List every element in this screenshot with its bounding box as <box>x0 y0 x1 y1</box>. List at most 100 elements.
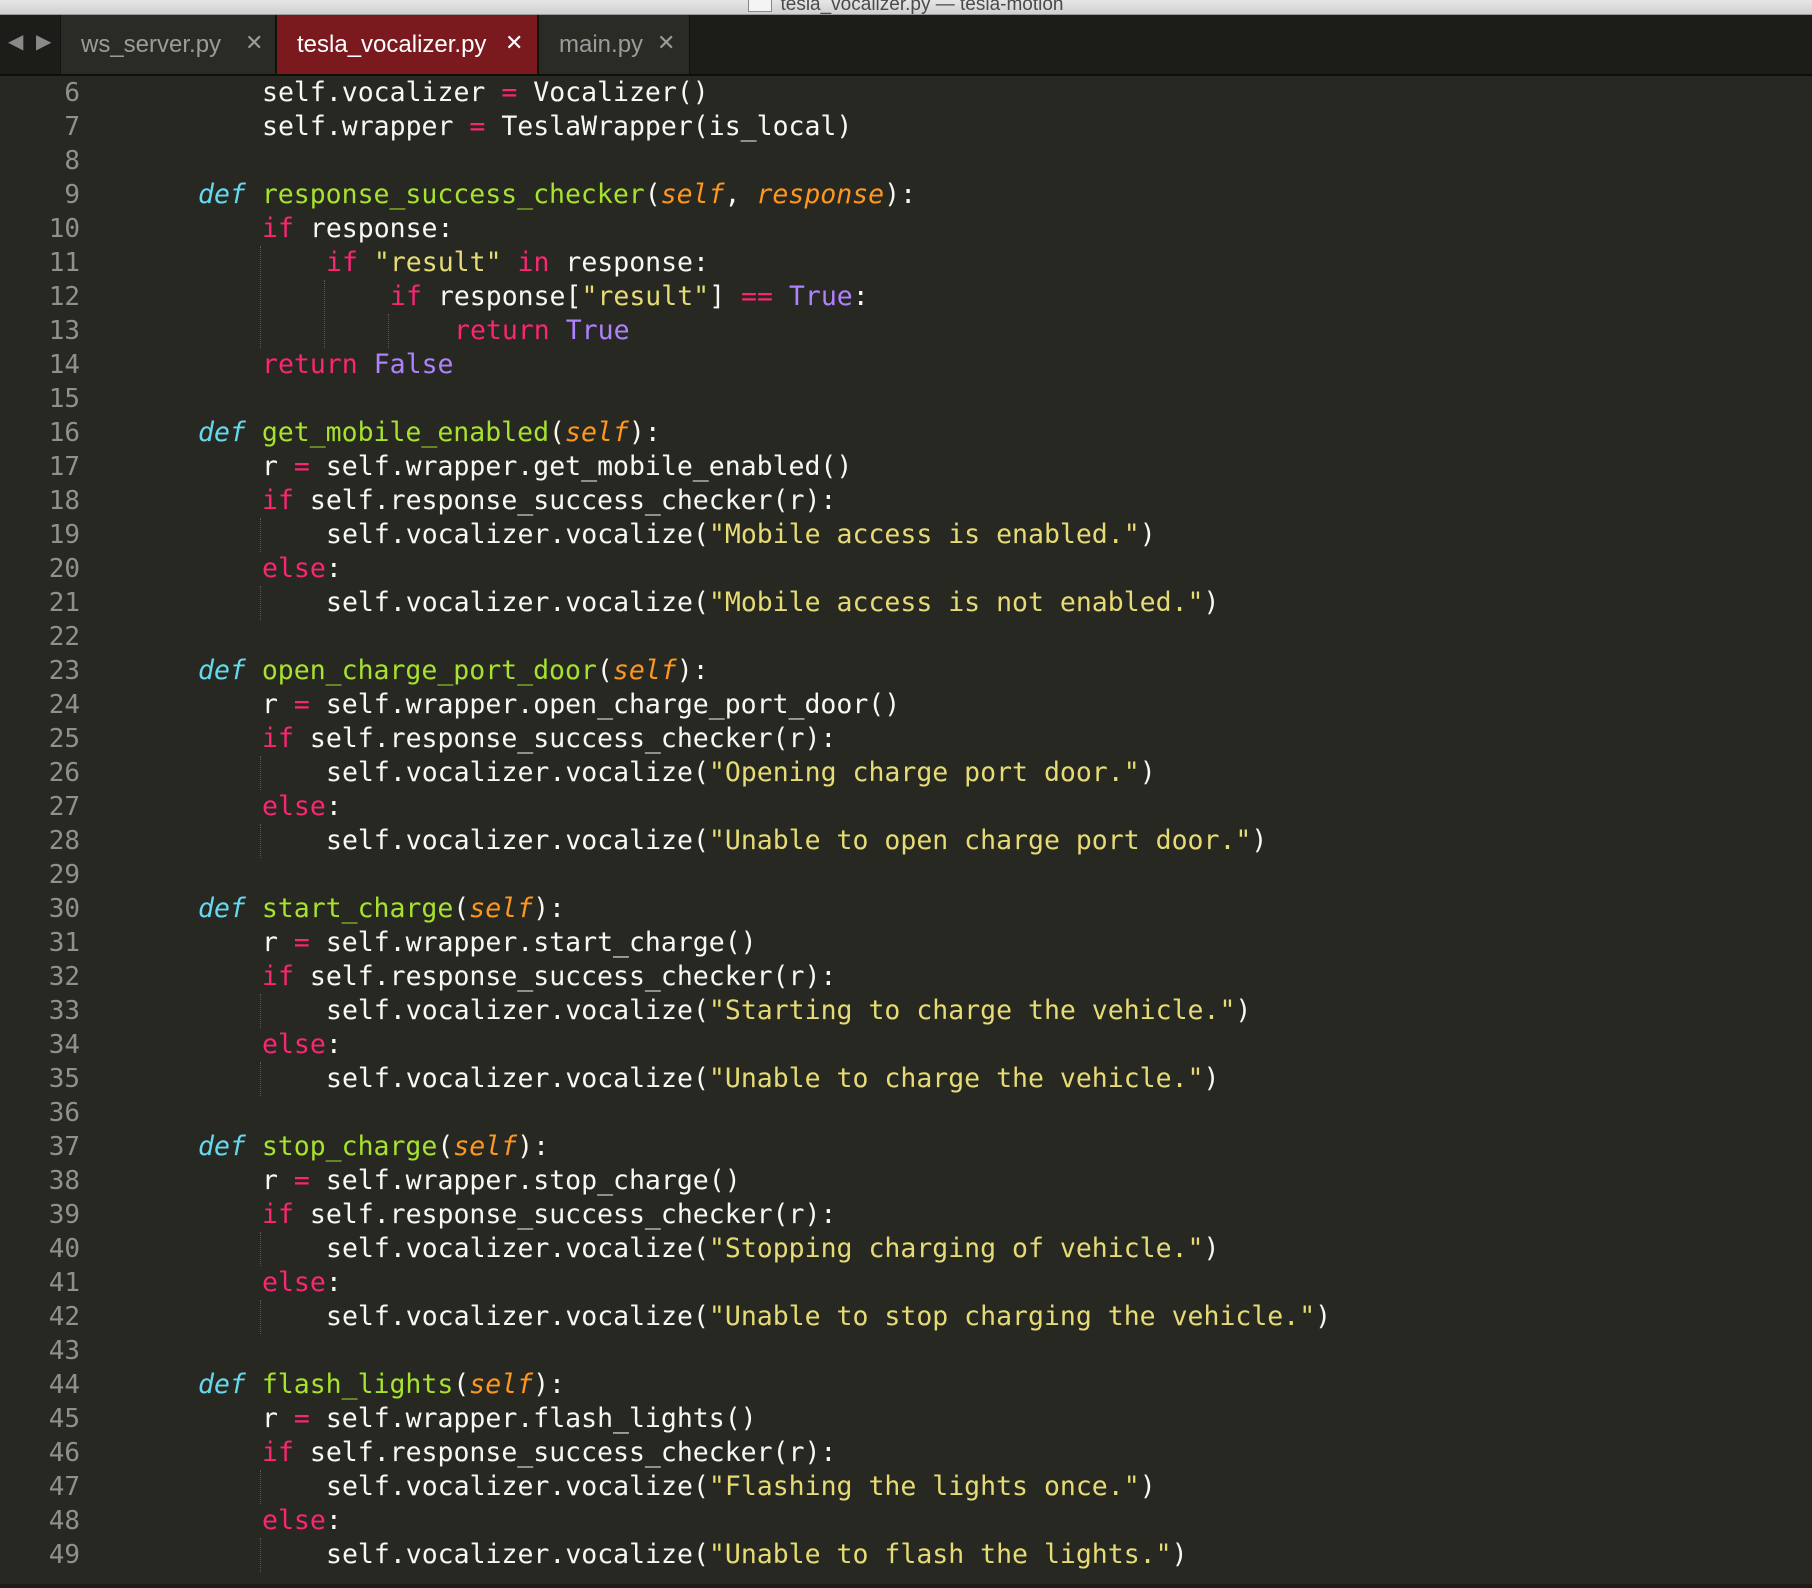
code-editor[interactable]: 6 7 8 9 10 11 12 13 14 15 16 17 18 19 20 21 22 23 24 25 26 27… <box>0 76 1812 1588</box>
code-line[interactable]: def flash_lights(self): <box>134 1368 1794 1402</box>
code-line[interactable]: if self.response_success_checker(r): <box>134 484 1794 518</box>
code-token: r <box>262 451 294 482</box>
code-token: "Opening charge port door." <box>708 757 1140 788</box>
close-icon[interactable]: ✕ <box>245 31 263 56</box>
code-token: ): <box>533 1369 566 1400</box>
code-line[interactable] <box>134 620 1794 654</box>
code-area[interactable]: self.vocalizer = Vocalizer() self.wrapper… <box>134 76 1794 1572</box>
code-token: "Unable to open charge port door." <box>708 825 1252 856</box>
code-token: else <box>262 1505 326 1536</box>
code-line[interactable]: self.vocalizer.vocalize("Stopping chargi… <box>134 1232 1794 1266</box>
code-line[interactable]: return True <box>134 314 1794 348</box>
code-token: self.vocalizer.vocalize( <box>326 1471 709 1502</box>
code-line[interactable]: self.wrapper = TeslaWrapper(is_local) <box>134 110 1794 144</box>
line-number: 33 <box>48 996 80 1026</box>
code-token: ) <box>1171 1539 1188 1570</box>
code-line[interactable] <box>134 382 1794 416</box>
code-line[interactable]: self.vocalizer.vocalize("Flashing the li… <box>134 1470 1794 1504</box>
code-token: self.wrapper.open_charge_port_door() <box>309 689 901 720</box>
line-number: 37 <box>48 1132 80 1162</box>
code-line[interactable]: if self.response_success_checker(r): <box>134 960 1794 994</box>
code-line[interactable]: def get_mobile_enabled(self): <box>134 416 1794 450</box>
tab-ws-server[interactable]: ws_server.py ✕ <box>60 15 276 74</box>
line-number: 30 <box>48 894 80 924</box>
code-line[interactable]: self.vocalizer.vocalize("Mobile access i… <box>134 586 1794 620</box>
code-token: self <box>565 417 629 448</box>
code-line[interactable]: else: <box>134 1504 1794 1538</box>
code-line[interactable]: def response_success_checker(self, respo… <box>134 178 1794 212</box>
code-token: if <box>390 281 422 312</box>
code-line[interactable]: return False <box>134 348 1794 382</box>
code-token: "Flashing the lights once." <box>708 1471 1140 1502</box>
code-token: ( <box>437 1131 454 1162</box>
code-line[interactable] <box>134 1334 1794 1368</box>
code-line[interactable] <box>134 1096 1794 1130</box>
code-token: ): <box>884 179 917 210</box>
line-number: 23 <box>48 656 80 686</box>
code-line[interactable]: if self.response_success_checker(r): <box>134 1198 1794 1232</box>
line-number: 41 <box>48 1268 80 1298</box>
tab-tesla-vocalizer[interactable]: tesla_vocalizer.py ✕ <box>276 15 538 74</box>
line-number: 27 <box>48 792 80 822</box>
indent-guide <box>260 1300 261 1334</box>
code-line[interactable]: self.vocalizer.vocalize("Unable to open … <box>134 824 1794 858</box>
code-line[interactable]: if "result" in response: <box>134 246 1794 280</box>
code-line[interactable]: self.vocalizer = Vocalizer() <box>134 76 1794 110</box>
line-number: 13 <box>48 316 80 346</box>
code-line[interactable]: if response: <box>134 212 1794 246</box>
code-line[interactable] <box>134 858 1794 892</box>
code-token: start_charge <box>261 893 454 924</box>
code-token: response <box>756 179 885 210</box>
code-line[interactable] <box>134 144 1794 178</box>
code-token: self.wrapper.flash_lights() <box>309 1403 757 1434</box>
code-token: Vocalizer() <box>517 77 709 108</box>
code-line[interactable]: r = self.wrapper.start_charge() <box>134 926 1794 960</box>
code-token: stop_charge <box>261 1131 438 1162</box>
code-line[interactable]: self.vocalizer.vocalize("Unable to stop … <box>134 1300 1794 1334</box>
code-token: self.vocalizer.vocalize( <box>326 757 709 788</box>
back-arrow-icon[interactable]: ◀ <box>8 29 23 53</box>
code-line[interactable]: if self.response_success_checker(r): <box>134 722 1794 756</box>
code-token: ): <box>628 417 661 448</box>
code-line[interactable]: self.vocalizer.vocalize("Starting to cha… <box>134 994 1794 1028</box>
code-line[interactable]: r = self.wrapper.stop_charge() <box>134 1164 1794 1198</box>
close-icon[interactable]: ✕ <box>657 31 675 56</box>
tab-bar: ◀ ▶ ws_server.py ✕ tesla_vocalizer.py ✕ … <box>0 15 1812 76</box>
code-line[interactable]: def start_charge(self): <box>134 892 1794 926</box>
code-line[interactable]: r = self.wrapper.get_mobile_enabled() <box>134 450 1794 484</box>
python-file-icon <box>748 0 773 12</box>
code-token: response[ <box>421 281 582 312</box>
indent-guide <box>260 246 261 348</box>
code-line[interactable]: if self.response_success_checker(r): <box>134 1436 1794 1470</box>
code-token: "Mobile access is not enabled." <box>708 587 1204 618</box>
code-line[interactable]: r = self.wrapper.flash_lights() <box>134 1402 1794 1436</box>
code-line[interactable]: def stop_charge(self): <box>134 1130 1794 1164</box>
code-line[interactable]: else: <box>134 1266 1794 1300</box>
code-token: ): <box>533 893 566 924</box>
code-line[interactable]: else: <box>134 552 1794 586</box>
code-token: self.response_success_checker(r): <box>293 961 837 992</box>
code-token: self.vocalizer.vocalize( <box>326 1063 709 1094</box>
code-line[interactable]: def open_charge_port_door(self): <box>134 654 1794 688</box>
code-token: flash_lights <box>261 1369 454 1400</box>
code-line[interactable]: else: <box>134 1028 1794 1062</box>
tab-main[interactable]: main.py ✕ <box>538 15 690 74</box>
forward-arrow-icon[interactable]: ▶ <box>36 29 51 53</box>
code-token: ( <box>644 179 661 210</box>
line-number: 38 <box>48 1166 80 1196</box>
line-number: 28 <box>48 826 80 856</box>
code-line[interactable]: self.vocalizer.vocalize("Mobile access i… <box>134 518 1794 552</box>
code-line[interactable]: r = self.wrapper.open_charge_port_door() <box>134 688 1794 722</box>
code-token: self <box>612 655 677 686</box>
code-token: self.wrapper.get_mobile_enabled() <box>309 451 853 482</box>
code-line[interactable]: self.vocalizer.vocalize("Opening charge … <box>134 756 1794 790</box>
code-token: : <box>325 1029 342 1060</box>
code-line[interactable]: self.vocalizer.vocalize("Unable to flash… <box>134 1538 1794 1572</box>
code-token: "Unable to charge the vehicle." <box>708 1063 1204 1094</box>
close-icon[interactable]: ✕ <box>505 31 523 56</box>
code-line[interactable]: self.vocalizer.vocalize("Unable to charg… <box>134 1062 1794 1096</box>
code-line[interactable]: else: <box>134 790 1794 824</box>
code-line[interactable]: if response["result"] == True: <box>134 280 1794 314</box>
